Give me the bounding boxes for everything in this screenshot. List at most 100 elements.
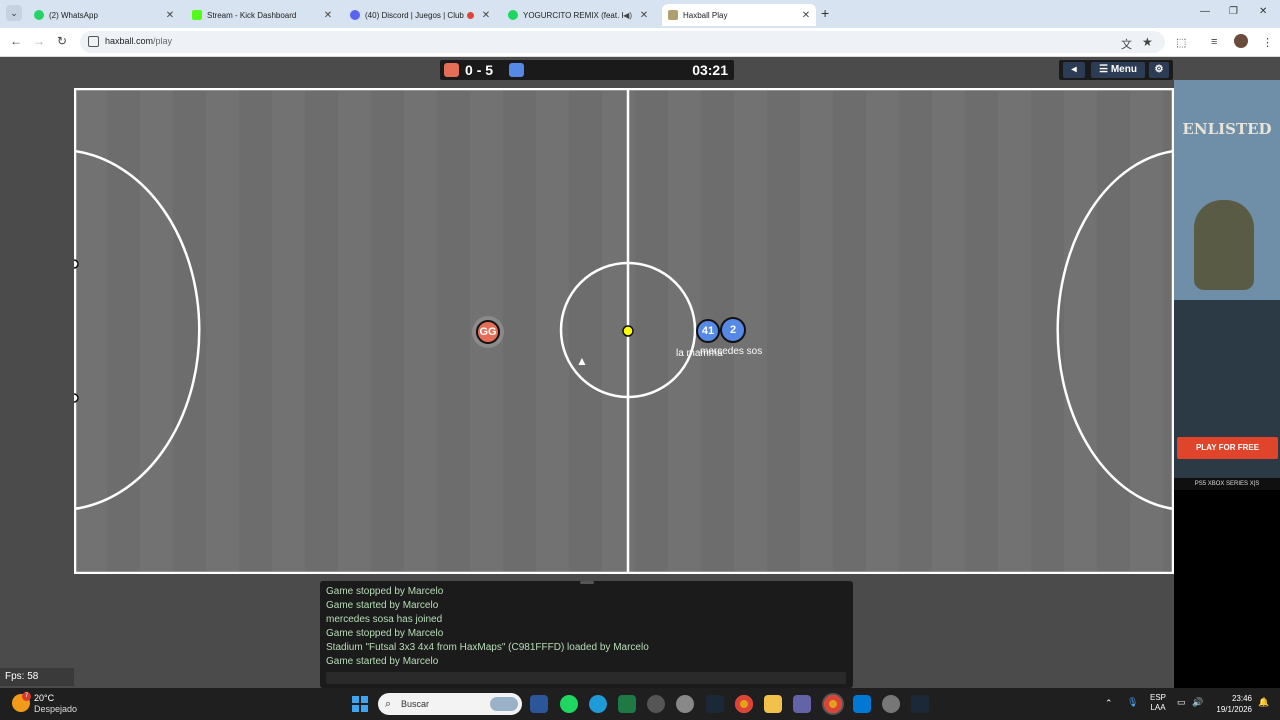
player-name-label: mercedes sos xyxy=(700,346,763,357)
close-tab-icon[interactable]: ✕ xyxy=(800,10,812,21)
teams-icon[interactable] xyxy=(793,695,811,713)
forward-arrow-icon[interactable]: → xyxy=(33,34,45,48)
game-field[interactable] xyxy=(74,88,1174,574)
translate-icon[interactable]: ⽂ xyxy=(1121,36,1132,52)
tab-kick[interactable]: Stream - Kick Dashboard ✕ xyxy=(186,4,338,26)
ad-logo: ENLISTED xyxy=(1182,120,1272,138)
advertisement[interactable]: ENLISTED PLAY FOR FREE xyxy=(1174,80,1280,478)
kick-icon xyxy=(192,10,202,20)
tab-whatsapp[interactable]: (2) WhatsApp ✕ xyxy=(28,4,180,26)
tab-haxball[interactable]: Haxball Play ✕ xyxy=(662,4,816,26)
restore-icon[interactable]: ❐ xyxy=(1229,6,1238,17)
network-icon[interactable]: ▭ xyxy=(1177,697,1186,708)
new-tab-button[interactable]: + xyxy=(821,5,829,21)
whatsapp-icon xyxy=(34,10,44,20)
close-tab-icon[interactable]: ✕ xyxy=(638,10,650,21)
microphone-icon[interactable]: 🎙 xyxy=(1127,697,1138,708)
media-control-icon[interactable]: ≡ xyxy=(1211,36,1217,48)
settings-gear-icon[interactable]: ⚙ xyxy=(1149,62,1169,78)
notifications-icon[interactable]: 🔔 xyxy=(1258,697,1269,708)
site-info-icon[interactable] xyxy=(88,36,99,47)
app-icon[interactable] xyxy=(647,695,665,713)
chat-panel: Game stopped by Marcelo Game started by … xyxy=(320,581,853,688)
search-placeholder: Buscar xyxy=(401,699,430,709)
ball xyxy=(622,325,634,337)
chat-resize-handle[interactable] xyxy=(580,581,594,584)
file-explorer-icon[interactable] xyxy=(764,695,782,713)
tab-label: (40) Discord | Juegos | Club xyxy=(365,10,464,20)
close-window-icon[interactable]: ✕ xyxy=(1259,6,1267,17)
windows-taskbar: 7 20°C Despejado ⌕ Buscar ⌃ 🎙 ESP LAA ▭ 🔊… xyxy=(0,688,1280,720)
edge-icon[interactable] xyxy=(589,695,607,713)
windows-start-icon[interactable] xyxy=(352,696,368,712)
profile-avatar[interactable] xyxy=(1234,34,1248,48)
back-arrow-icon[interactable]: ← xyxy=(10,34,22,48)
browser-tab-strip: ⌄ (2) WhatsApp ✕ Stream - Kick Dashboard… xyxy=(0,0,1280,28)
tab-label: Haxball Play xyxy=(683,10,728,20)
tab-label: Stream - Kick Dashboard xyxy=(207,10,297,20)
screen: ⌄ (2) WhatsApp ✕ Stream - Kick Dashboard… xyxy=(0,0,1280,720)
system-clock[interactable]: 23:46 19/1/2026 xyxy=(1208,693,1252,715)
ad-platforms: PS5 XBOX SERIES X|S xyxy=(1174,478,1280,490)
mouse-cursor-icon: ▲ xyxy=(576,354,588,368)
browser-toolbar: ← → ↻ haxball.com/play ⽂ ★ ⬚ ≡ ⋮ xyxy=(0,28,1280,57)
search-highlight-icon xyxy=(490,697,518,711)
blue-player-disc: 2 xyxy=(720,317,746,343)
steam-icon[interactable] xyxy=(911,695,929,713)
haxball-icon xyxy=(668,10,678,20)
temperature: 20°C xyxy=(34,693,55,703)
chat-input[interactable] xyxy=(326,672,846,684)
reload-icon[interactable]: ↻ xyxy=(57,34,67,48)
chat-message: Game started by Marcelo xyxy=(326,656,439,667)
audio-playing-icon[interactable]: ◀) xyxy=(623,11,632,20)
more-options-icon[interactable]: ⋮ xyxy=(1262,36,1273,49)
extensions-icon[interactable]: ⬚ xyxy=(1176,36,1186,49)
discord-icon xyxy=(350,10,360,20)
chat-message: Game stopped by Marcelo xyxy=(326,586,444,597)
left-goalpost-top xyxy=(74,259,79,269)
tab-search-icon[interactable]: ⌄ xyxy=(6,5,22,21)
recording-icon xyxy=(467,11,474,19)
music-icon xyxy=(508,10,518,20)
soldier-image xyxy=(1194,200,1254,290)
tab-label: (2) WhatsApp xyxy=(49,10,98,20)
haxball-page: 0 - 5 03:21 ◂ ☰ Menu ⚙ GG 41 2 la mamma … xyxy=(0,58,1280,688)
scoreboard: 0 - 5 03:21 xyxy=(440,60,734,80)
bookmark-star-icon[interactable]: ★ xyxy=(1142,35,1153,49)
minimize-icon[interactable]: — xyxy=(1200,6,1210,17)
play-for-free-button[interactable]: PLAY FOR FREE xyxy=(1177,437,1278,459)
close-tab-icon[interactable]: ✕ xyxy=(322,10,334,21)
tab-label: YOGURCITO REMIX (feat. K xyxy=(523,10,624,20)
word-icon[interactable] xyxy=(530,695,548,713)
chrome-icon[interactable] xyxy=(735,695,753,713)
steam-icon[interactable] xyxy=(706,695,724,713)
left-goalpost-bottom xyxy=(74,393,79,403)
close-tab-icon[interactable]: ✕ xyxy=(164,10,176,21)
toggle-sidebar-button[interactable]: ◂ xyxy=(1063,62,1085,78)
taskbar-search[interactable]: ⌕ Buscar xyxy=(378,693,522,715)
url-text: haxball.com/play xyxy=(105,36,173,46)
ad-empty-area xyxy=(1174,490,1280,688)
volume-icon[interactable]: 🔊 xyxy=(1192,697,1203,708)
search-icon: ⌕ xyxy=(385,698,392,710)
game-timer: 03:21 xyxy=(692,62,728,78)
red-team-icon xyxy=(444,63,459,77)
address-bar[interactable]: haxball.com/play ⽂ ★ xyxy=(80,31,1165,53)
language-indicator[interactable]: ESP LAA xyxy=(1150,693,1166,713)
weather-condition: Despejado xyxy=(34,704,78,714)
blue-player-disc: 41 xyxy=(696,319,720,343)
menu-button[interactable]: ☰ Menu xyxy=(1091,62,1145,78)
blue-team-icon xyxy=(509,63,524,77)
close-tab-icon[interactable]: ✕ xyxy=(480,10,492,21)
tab-youtube-music[interactable]: YOGURCITO REMIX (feat. K ◀) ✕ xyxy=(502,4,654,26)
settings-icon[interactable] xyxy=(882,695,900,713)
excel-icon[interactable] xyxy=(618,695,636,713)
score: 0 - 5 xyxy=(465,62,494,78)
store-icon[interactable] xyxy=(853,695,871,713)
app-icon[interactable] xyxy=(676,695,694,713)
tray-overflow-icon[interactable]: ⌃ xyxy=(1105,698,1113,709)
tab-discord[interactable]: (40) Discord | Juegos | Club ✕ xyxy=(344,4,496,26)
chrome-active-icon[interactable] xyxy=(824,695,842,713)
spotify-icon[interactable] xyxy=(560,695,578,713)
fps-counter: Fps: 58 xyxy=(0,668,74,686)
